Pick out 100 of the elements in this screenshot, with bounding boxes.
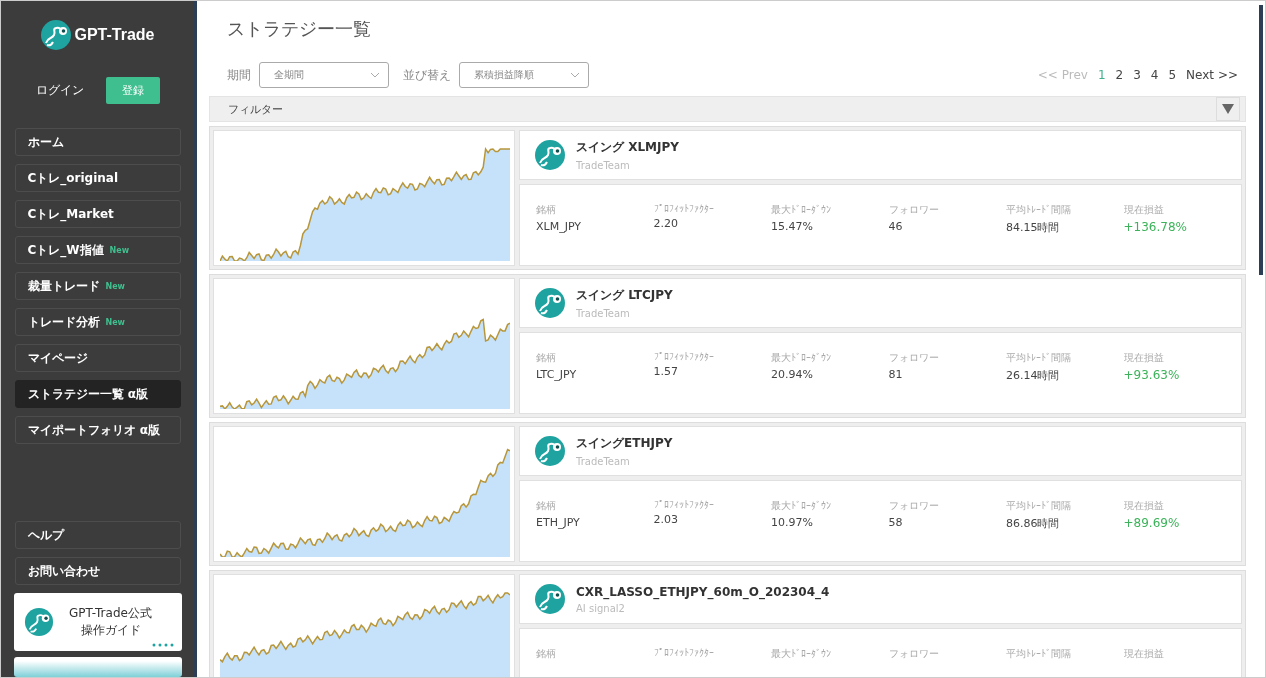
- stat-value: +89.69%: [1123, 516, 1181, 530]
- stat-value: 81: [888, 368, 904, 381]
- nav-item[interactable]: ホーム: [14, 128, 181, 156]
- strategy-name: スイング LTCJPY: [576, 287, 673, 304]
- nav-item[interactable]: トレード分析 New: [14, 308, 181, 336]
- stat-value: 26.14時間: [1006, 368, 1061, 383]
- guide-text: GPT-Trade公式 操作ガイド: [68, 605, 153, 639]
- stat-label: ﾌﾟﾛﾌｨｯﾄﾌｧｸﾀｰ: [653, 647, 715, 658]
- stat-label: 現在損益: [1123, 647, 1165, 661]
- banner[interactable]: [13, 657, 182, 677]
- stat-label: 最大ﾄﾞﾛｰﾀﾞｳﾝ: [771, 647, 832, 661]
- bird-logo-icon: [534, 139, 566, 171]
- stat-label: 現在損益: [1123, 499, 1165, 513]
- new-label: New: [105, 317, 125, 327]
- stat-value: 58: [888, 516, 904, 529]
- page-link[interactable]: 4: [1150, 68, 1159, 82]
- stat-value: 1.57: [653, 365, 679, 378]
- sort-dropdown[interactable]: 累積損益降順: [459, 62, 589, 88]
- logo-text: GPT-Trade: [74, 26, 155, 44]
- dots-icon: [151, 643, 174, 647]
- nav-label: ストラテジー一覧 α版: [27, 385, 148, 403]
- stat-label: 最大ﾄﾞﾛｰﾀﾞｳﾝ: [771, 499, 832, 513]
- stat-label: 銘柄: [536, 351, 557, 365]
- stat-label: 銘柄: [536, 203, 557, 217]
- nav-item[interactable]: Cトレ_original: [14, 164, 181, 192]
- stat-label: ﾌﾟﾛﾌｨｯﾄﾌｧｸﾀｰ: [653, 351, 715, 362]
- nav-label: Cトレ_Market: [27, 205, 114, 223]
- scrollbar-thumb[interactable]: [1259, 5, 1263, 275]
- page-title: ストラテジー一覧: [227, 17, 372, 41]
- stat-label: 最大ﾄﾞﾛｰﾀﾞｳﾝ: [771, 203, 832, 217]
- stat-label: 平均ﾄﾚｰﾄﾞ間隔: [1006, 351, 1072, 365]
- nav-label: ホーム: [27, 133, 64, 151]
- nav-label: マイポートフォリオ α版: [27, 421, 160, 439]
- stat-value: 20.94%: [771, 368, 814, 381]
- strategy-card[interactable]: スイング LTCJPY TradeTeam 銘柄 LTC_JPY ﾌﾟﾛﾌｨｯﾄﾌｧｸﾀｰ 1.57 最大ﾄﾞﾛｰﾀﾞｳﾝ 20.94% フォロワー 81 平均ﾄﾚｰﾄﾞ間隔 26.14時間 現在損益 +93.63%: [209, 274, 1246, 418]
- stat-value: 2.03: [653, 513, 679, 526]
- nav-label: 裁量トレード: [27, 277, 100, 295]
- bird-logo-icon: [23, 607, 54, 637]
- nav-item[interactable]: マイページ: [14, 344, 181, 372]
- nav-item[interactable]: ヘルプ: [14, 521, 181, 549]
- stat-label: ﾌﾟﾛﾌｨｯﾄﾌｧｸﾀｰ: [653, 203, 715, 214]
- stat-label: フォロワー: [888, 647, 940, 661]
- nav-label: Cトレ_W指値: [27, 241, 104, 259]
- stat-label: 現在損益: [1123, 203, 1165, 217]
- nav-item[interactable]: Cトレ_W指値 New: [14, 236, 181, 264]
- chevron-down-icon: [370, 72, 380, 78]
- stat-value: +93.63%: [1123, 368, 1181, 382]
- bird-logo-icon: [534, 583, 566, 615]
- next-link[interactable]: Next >>: [1186, 68, 1238, 82]
- nav-item[interactable]: お問い合わせ: [14, 557, 181, 585]
- sort-label: 並び替え: [403, 66, 451, 84]
- period-label: 期間: [227, 66, 251, 84]
- stat-value: ETH_JPY: [536, 516, 581, 529]
- stat-value: 15.47%: [771, 220, 814, 233]
- guide-banner[interactable]: GPT-Trade公式 操作ガイド: [13, 593, 182, 651]
- bird-logo-icon: [534, 435, 566, 467]
- stat-value: 84.15時間: [1006, 220, 1061, 235]
- strategy-card[interactable]: スイングETHJPY TradeTeam 銘柄 ETH_JPY ﾌﾟﾛﾌｨｯﾄﾌｧｸﾀｰ 2.03 最大ﾄﾞﾛｰﾀﾞｳﾝ 10.97% フォロワー 58 平均ﾄﾚｰﾄﾞ間隔 86.86時間 現在損益 +89.69%: [209, 422, 1246, 566]
- stat-value: 10.97%: [771, 516, 814, 529]
- nav-label: マイページ: [27, 349, 88, 367]
- filter-label: フィルター: [228, 101, 283, 117]
- bird-logo-icon: [40, 19, 73, 51]
- author-name: TradeTeam: [576, 160, 631, 171]
- stat-label: ﾌﾟﾛﾌｨｯﾄﾌｧｸﾀｰ: [653, 499, 715, 510]
- author-name: TradeTeam: [576, 456, 631, 467]
- stat-label: 平均ﾄﾚｰﾄﾞ間隔: [1006, 203, 1072, 217]
- stat-value: 46: [888, 220, 904, 233]
- nav-item[interactable]: 裁量トレード New: [14, 272, 181, 300]
- nav-label: トレード分析: [27, 313, 100, 331]
- stat-value: LTC_JPY: [536, 368, 578, 381]
- nav-item[interactable]: Cトレ_Market: [14, 200, 181, 228]
- page-link[interactable]: 3: [1133, 68, 1141, 82]
- stat-label: 最大ﾄﾞﾛｰﾀﾞｳﾝ: [771, 351, 832, 365]
- nav-item[interactable]: ストラテジー一覧 α版: [14, 380, 181, 408]
- new-label: New: [109, 245, 130, 255]
- expand-button[interactable]: [1216, 97, 1240, 121]
- nav-item[interactable]: マイポートフォリオ α版: [14, 416, 181, 444]
- strategy-card[interactable]: スイング XLMJPY TradeTeam 銘柄 XLM_JPY ﾌﾟﾛﾌｨｯﾄﾌｧｸﾀｰ 2.20 最大ﾄﾞﾛｰﾀﾞｳﾝ 15.47% フォロワー 46 平均ﾄﾚｰﾄﾞ間隔 84.15時間 現在損益 +136.78%: [209, 126, 1246, 270]
- strategy-name: CXR_LASSO_ETHJPY_60m_O_202304_4: [576, 584, 830, 599]
- nav-label: Cトレ_original: [27, 169, 119, 187]
- stat-label: 平均ﾄﾚｰﾄﾞ間隔: [1006, 647, 1072, 661]
- stat-label: 銘柄: [536, 647, 557, 661]
- stat-label: フォロワー: [888, 203, 940, 217]
- strategy-card[interactable]: CXR_LASSO_ETHJPY_60m_O_202304_4 AI signal2 銘柄 ﾌﾟﾛﾌｨｯﾄﾌｧｸﾀｰ 最大ﾄﾞﾛｰﾀﾞｳﾝ フォロワー 平均ﾄﾚｰﾄﾞ間隔 現在損益: [209, 570, 1246, 677]
- author-name: AI signal2: [576, 602, 626, 614]
- triangle-icon: [1222, 104, 1234, 114]
- chevron-down-icon: [570, 72, 580, 78]
- strategy-name: スイングETHJPY: [576, 435, 673, 452]
- stat-value: XLM_JPY: [536, 220, 582, 233]
- login-link[interactable]: ログイン: [35, 82, 84, 99]
- period-dropdown[interactable]: 全期間: [259, 62, 389, 88]
- new-label: New: [105, 281, 125, 291]
- stat-value: +136.78%: [1123, 220, 1188, 234]
- page-link[interactable]: 2: [1115, 68, 1124, 82]
- stat-label: 現在損益: [1123, 351, 1165, 365]
- stat-value: 86.86時間: [1006, 516, 1061, 531]
- stat-label: フォロワー: [888, 499, 940, 513]
- bird-logo-icon: [534, 287, 566, 319]
- page-link[interactable]: 5: [1168, 68, 1177, 82]
- stat-label: 平均ﾄﾚｰﾄﾞ間隔: [1006, 499, 1072, 513]
